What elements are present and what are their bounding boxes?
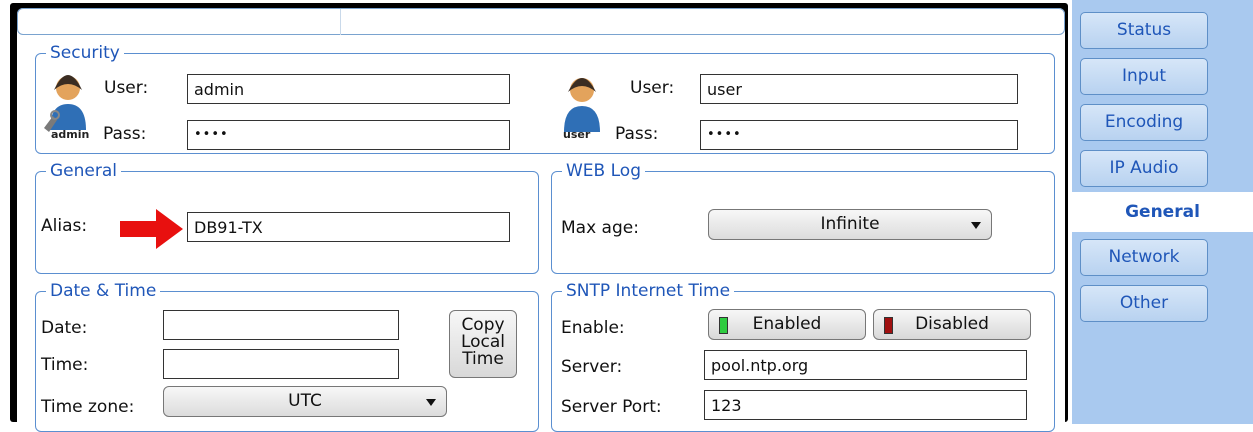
max-age-value: Infinite: [820, 214, 880, 234]
tab-input[interactable]: Input: [1080, 58, 1208, 95]
datetime-legend: Date & Time: [50, 281, 157, 301]
user-pass-input[interactable]: ••••: [700, 120, 1018, 150]
disabled-button[interactable]: Disabled: [873, 309, 1031, 340]
tab-status-label: Status: [1116, 20, 1172, 40]
user-avatar: [557, 70, 607, 135]
admin-user-label: User:: [104, 78, 149, 98]
enabled-led-icon: [719, 317, 728, 334]
date-label: Date:: [41, 318, 88, 338]
tab-general[interactable]: General: [1072, 192, 1253, 232]
user-pass-label: Pass:: [615, 124, 659, 144]
server-input[interactable]: [704, 350, 1027, 380]
max-age-label: Max age:: [561, 218, 639, 238]
admin-avatar-caption: admin: [51, 128, 90, 141]
admin-pass-input[interactable]: ••••: [187, 120, 510, 150]
enable-label: Enable:: [561, 318, 625, 338]
tab-other-label: Other: [1119, 293, 1169, 313]
red-arrow-annotation: [120, 209, 183, 249]
timezone-value: UTC: [288, 391, 322, 411]
alias-label: Alias:: [41, 216, 88, 236]
top-bar: [17, 8, 1065, 35]
admin-user-icon: [44, 75, 86, 132]
user-icon: [564, 78, 600, 132]
disabled-button-label: Disabled: [915, 314, 989, 334]
server-label: Server:: [561, 357, 623, 377]
timezone-label: Time zone:: [41, 397, 135, 417]
copy-label-line3: Time: [462, 349, 504, 369]
enabled-button-label: Enabled: [752, 314, 822, 334]
tab-network-label: Network: [1108, 247, 1180, 267]
user-avatar-caption: user: [563, 128, 591, 141]
time-input[interactable]: [163, 349, 399, 379]
tab-encoding[interactable]: Encoding: [1080, 104, 1208, 141]
time-label: Time:: [41, 355, 89, 375]
admin-avatar: [41, 60, 91, 135]
max-age-select[interactable]: Infinite: [708, 209, 992, 240]
admin-user-input[interactable]: [187, 74, 510, 104]
timezone-select[interactable]: UTC: [163, 386, 447, 417]
user-user-input[interactable]: [700, 74, 1018, 104]
tab-other[interactable]: Other: [1080, 285, 1208, 322]
user-user-label: User:: [630, 78, 675, 98]
admin-pass-label: Pass:: [103, 124, 147, 144]
server-port-input[interactable]: [704, 390, 1027, 420]
chevron-down-icon: [971, 222, 981, 229]
general-legend: General: [50, 161, 117, 181]
tab-ip-audio[interactable]: IP Audio: [1080, 150, 1208, 187]
tab-status[interactable]: Status: [1080, 12, 1208, 49]
tab-ip-audio-label: IP Audio: [1109, 158, 1179, 178]
alias-input[interactable]: [187, 212, 510, 242]
tab-network[interactable]: Network: [1080, 239, 1208, 276]
date-input[interactable]: [163, 310, 399, 340]
weblog-legend: WEB Log: [566, 161, 641, 181]
disabled-led-icon: [884, 317, 893, 334]
server-port-label: Server Port:: [561, 397, 662, 417]
enabled-button[interactable]: Enabled: [708, 309, 866, 340]
tab-input-label: Input: [1121, 66, 1167, 86]
copy-local-time-button[interactable]: Copy Local Time: [449, 310, 517, 378]
tab-general-label: General: [1125, 202, 1200, 222]
sntp-legend: SNTP Internet Time: [566, 281, 731, 301]
sidebar-tabs: Status Input Encoding IP Audio General N…: [1072, 0, 1253, 424]
tab-encoding-label: Encoding: [1104, 112, 1184, 132]
chevron-down-icon: [426, 399, 436, 406]
